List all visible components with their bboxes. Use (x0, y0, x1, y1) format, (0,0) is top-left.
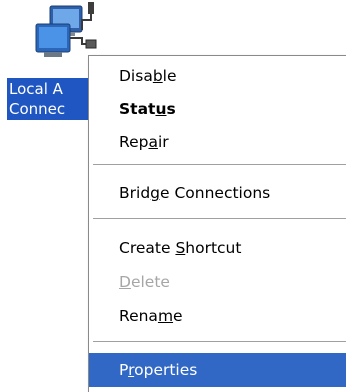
menu-hotkey: m (157, 307, 174, 325)
context-menu: Disable Status Repair Bridge Connections… (88, 55, 346, 392)
menu-label-part: operties (134, 361, 198, 379)
icon-label-line2: Connec (9, 100, 66, 118)
menu-label-part: Brid (119, 184, 151, 202)
menu-hotkey: D (119, 273, 131, 291)
menu-label-part: s (166, 100, 176, 118)
menu-label-part: le (162, 67, 177, 85)
menu-label-part: e Connections (160, 184, 271, 202)
menu-hotkey: S (175, 239, 186, 257)
menu-hotkey: b (152, 67, 163, 85)
menu-hotkey: u (155, 100, 167, 118)
menu-label-part: Rep (119, 133, 149, 151)
menu-label-part: e (173, 307, 183, 325)
menu-hotkey: a (148, 133, 158, 151)
menu-item-disable[interactable]: Disable (89, 59, 346, 93)
menu-label-part: hortcut (185, 239, 242, 257)
menu-label-part: Stat (119, 100, 156, 118)
menu-label-part: ir (157, 133, 169, 151)
menu-separator (93, 218, 346, 219)
menu-hotkey: g (150, 184, 160, 202)
icon-label[interactable]: Local A Connec (7, 78, 89, 120)
menu-label-part: elete (130, 273, 170, 291)
icon-label-line1: Local A (9, 80, 63, 98)
menu-item-create-shortcut[interactable]: Create Shortcut (89, 231, 346, 265)
menu-label-part: Disa (119, 67, 153, 85)
menu-separator (93, 164, 346, 165)
menu-label-part: P (119, 361, 129, 379)
menu-label-part: Rena (119, 307, 158, 325)
menu-item-delete: Delete (89, 265, 346, 299)
menu-item-properties[interactable]: Properties (89, 353, 346, 387)
menu-item-repair[interactable]: Repair (89, 125, 346, 159)
desktop: Local A Connec Disable Status Repair Bri… (0, 0, 346, 392)
menu-separator (93, 341, 346, 342)
menu-item-rename[interactable]: Rename (89, 299, 346, 333)
menu-label-part: Create (119, 239, 176, 257)
menu-item-bridge-connections[interactable]: Bridge Connections (89, 176, 346, 210)
menu-item-status[interactable]: Status (89, 92, 346, 126)
